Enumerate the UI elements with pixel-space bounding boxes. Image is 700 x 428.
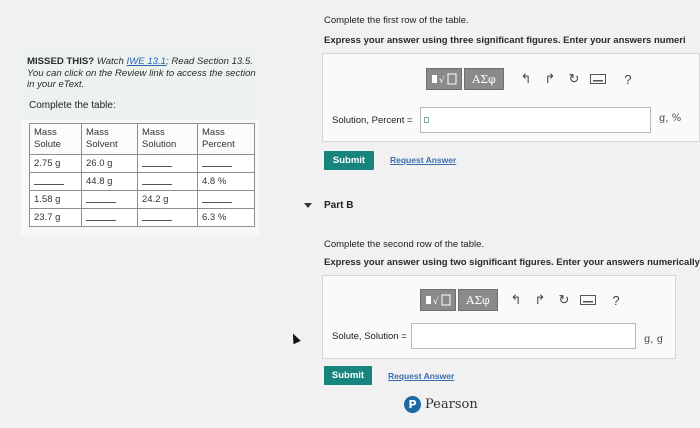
part-a-instruction: Express your answer using three signific… [324,35,686,46]
greek-symbols-button[interactable]: ΑΣφ [458,289,498,311]
table-cell: 6.3 % [197,208,255,227]
part-a-answer-input[interactable] [420,107,651,133]
table-cell: 24.2 g [137,190,198,209]
part-b-request-answer-link[interactable]: Request Answer [388,371,454,381]
redo-icon[interactable]: ↱ [528,289,552,311]
table-header-row: Mass Solute Mass Solvent Mass Solution Mass… [29,123,255,155]
collapse-caret-icon[interactable] [304,203,312,208]
help-icon[interactable]: ? [604,289,628,311]
greek-symbols-button[interactable]: ΑΣφ [464,68,504,90]
header-mass-solute: Mass Solute [29,123,82,155]
reset-icon[interactable]: ↻ [552,289,576,311]
templates-icon[interactable]: √ [420,289,456,311]
table-cell-blank [197,190,255,209]
part-a-toolbar: √ ΑΣφ ↰ ↱ ↻ ? [426,68,640,90]
missed-this-text: MISSED THIS? Watch IWE 13.1; Read Sectio… [27,56,257,91]
table-cell-blank [29,172,82,191]
reset-icon[interactable]: ↻ [562,68,586,90]
table-cell: 26.0 g [81,154,138,173]
part-a-units: g, % [659,113,682,124]
part-b-answer-label: Solute, Solution = [332,331,407,342]
part-b-units: g, g [644,334,664,345]
part-b-answer-input[interactable] [411,323,636,349]
header-mass-solution: Mass Solution [137,123,198,155]
table-cell: 2.75 g [29,154,82,173]
header-mass-solvent: Mass Solvent [81,123,138,155]
part-b-title: Part B [324,200,354,211]
part-b-submit-button[interactable]: Submit [324,366,372,385]
table-row: 2.75 g 26.0 g [29,154,255,173]
table-cell-blank [137,208,198,227]
missed-this-heading: MISSED THIS? [27,56,95,67]
watch-text: Watch [94,56,127,67]
redo-icon[interactable]: ↱ [538,68,562,90]
undo-icon[interactable]: ↰ [504,289,528,311]
keyboard-icon[interactable] [576,289,600,311]
table-cell-blank [137,154,198,173]
part-b-instruction: Express your answer using two significan… [324,257,700,268]
part-b-prompt: Complete the second row of the table. [324,239,485,250]
header-mass-percent: Mass Percent [197,123,255,155]
table-cell-blank [197,154,255,173]
table-cell: 4.8 % [197,172,255,191]
part-a-submit-button[interactable]: Submit [324,151,374,170]
pearson-name: Pearson [425,397,478,412]
table-cell: 23.7 g [29,208,82,227]
part-a-request-answer-link[interactable]: Request Answer [390,155,456,165]
iwe-link[interactable]: IWE 13.1 [127,56,166,67]
table-row: 44.8 g 4.8 % [29,172,255,191]
mouse-cursor-icon [289,331,301,345]
table-cell-blank [81,208,138,227]
undo-icon[interactable]: ↰ [514,68,538,90]
part-a-prompt: Complete the first row of the table. [324,15,469,26]
table-row: 1.58 g 24.2 g [29,190,255,209]
templates-icon[interactable]: √ [426,68,462,90]
svg-text:√: √ [439,75,445,86]
svg-text:√: √ [433,296,439,307]
part-a-answer-label: Solution, Percent = [332,115,413,126]
table-row: 23.7 g 6.3 % [29,208,255,227]
table-cell-blank [81,190,138,209]
part-b-header[interactable]: Part B [304,200,353,211]
part-b-toolbar: √ ΑΣφ ↰ ↱ ↻ ? [420,289,628,311]
table-cell-blank [137,172,198,191]
table-cell: 1.58 g [29,190,82,209]
pearson-brand: P Pearson [404,396,478,413]
help-icon[interactable]: ? [616,68,640,90]
table-cell: 44.8 g [81,172,138,191]
keyboard-icon[interactable] [586,68,610,90]
mass-table: Mass Solute Mass Solvent Mass Solution Mass… [29,123,255,227]
pearson-logo: P [404,396,421,413]
complete-table-label: Complete the table: [29,100,116,111]
